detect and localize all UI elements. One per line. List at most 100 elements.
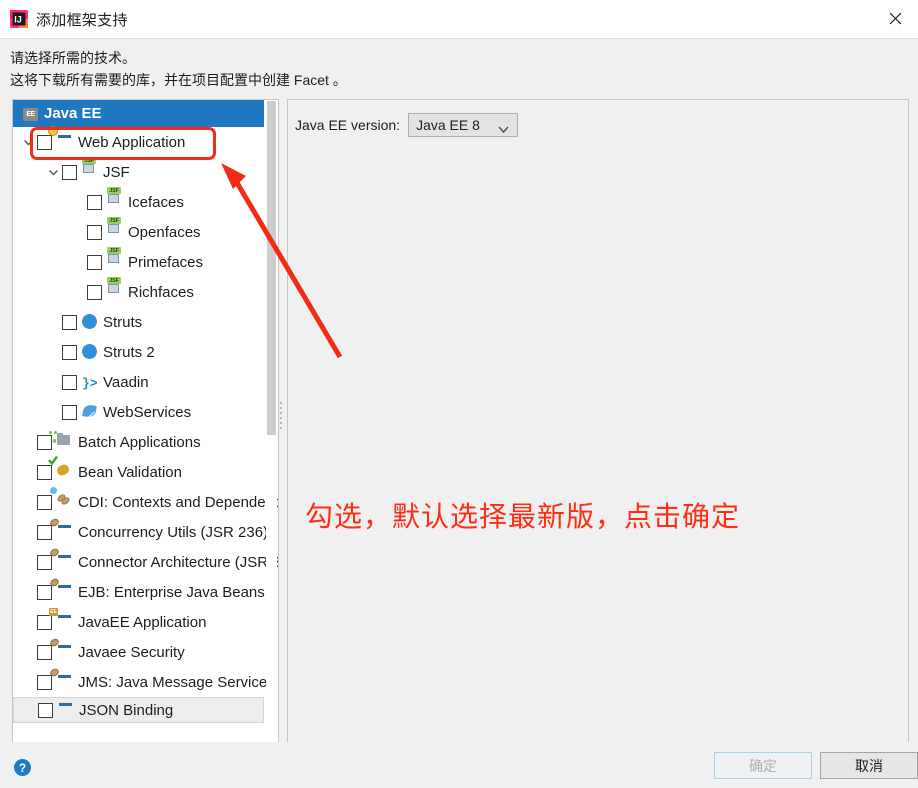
tree-item-jsf[interactable]: JSF JSF (13, 157, 264, 187)
tree-item-openfaces[interactable]: JSF Openfaces (13, 217, 264, 247)
checkbox[interactable] (87, 224, 102, 240)
tree-item-json-binding[interactable]: JSON Binding (13, 697, 264, 723)
help-icon[interactable]: ? (14, 759, 31, 776)
instruction-line-2: 这将下载所有需要的库，并在项目配置中创建 Facet 。 (10, 72, 347, 88)
cancel-button[interactable]: 取消 (820, 752, 918, 779)
checkbox[interactable] (37, 584, 52, 600)
java-ee-version-label: Java EE version: (295, 117, 401, 133)
checkbox[interactable] (37, 674, 52, 690)
chevron-down-icon[interactable] (46, 165, 60, 179)
checkbox[interactable] (62, 314, 77, 330)
tree-item-cdi-contexts-and-dependency-injection[interactable]: CDI: Contexts and Dependency Injection (13, 487, 278, 517)
checkbox[interactable] (37, 434, 52, 450)
tree-item-concurrency-utils-jsr-236[interactable]: Concurrency Utils (JSR 236) (13, 517, 268, 547)
checkbox[interactable] (37, 464, 52, 480)
tree-item-label: Concurrency Utils (JSR 236) (78, 523, 269, 541)
tree-item-label: Richfaces (128, 283, 194, 301)
batch-folder-icon (48, 430, 74, 450)
checkbox[interactable] (38, 702, 53, 718)
tree-item-jms-java-message-service[interactable]: JMS: Java Message Service (13, 667, 268, 697)
checkbox[interactable] (62, 374, 77, 390)
java-ee-version-dropdown[interactable]: Java EE 8 (408, 113, 519, 137)
dialog-footer: ? 确定 取消 (0, 742, 918, 788)
tree-item-label: Connector Architecture (JSR 322) (78, 553, 278, 571)
chevron-down-icon[interactable] (21, 135, 35, 149)
tree-item-label: Bean Validation (78, 463, 182, 481)
tree-item-label: JMS: Java Message Service (78, 673, 268, 691)
tree-header-java-ee[interactable]: EE Java EE (13, 100, 264, 127)
close-icon[interactable] (872, 0, 918, 37)
tree-item-struts-2[interactable]: Struts 2 (13, 337, 264, 367)
tree-scrollbar-thumb[interactable] (267, 101, 276, 435)
checkbox[interactable] (62, 344, 77, 360)
jsf-icon: JSF (107, 247, 124, 270)
jsf-icon: JSF (82, 157, 99, 180)
bean-check-icon (48, 455, 74, 480)
javaee-bean-icon (48, 667, 74, 690)
tree-item-javaee-application[interactable]: EE JavaEE Application (13, 607, 264, 637)
annotation-text: 勾选，默认选择最新版，点击确定 (305, 501, 741, 532)
tree-item-label: Primefaces (128, 253, 204, 271)
javaee-bean-icon (48, 637, 74, 660)
checkbox[interactable] (37, 644, 52, 660)
ee-icon: EE (23, 106, 40, 122)
tree-item-vaadin[interactable]: }> Vaadin (13, 367, 264, 397)
checkbox[interactable] (37, 494, 52, 510)
pane-splitter-handle[interactable] (278, 402, 284, 432)
jsf-icon: JSF (107, 277, 124, 300)
tree-item-label: CDI: Contexts and Dependency Injection (78, 493, 278, 511)
tree-item-connector-architecture-jsr-322[interactable]: Connector Architecture (JSR 322) (13, 547, 278, 577)
framework-tree[interactable]: EE Java EE Web Application JSF JSF JSF Iceface… (13, 100, 278, 723)
tree-item-label: Vaadin (103, 373, 149, 391)
web-application-icon (57, 134, 74, 150)
javaee-bean-icon (48, 517, 74, 540)
tree-item-primefaces[interactable]: JSF Primefaces (13, 247, 264, 277)
tree-item-bean-validation[interactable]: Bean Validation (13, 455, 264, 487)
tree-item-label: Struts 2 (103, 343, 155, 361)
tree-vertical-scrollbar[interactable] (266, 101, 277, 742)
checkbox[interactable] (37, 554, 52, 570)
checkbox[interactable] (62, 164, 77, 180)
tree-item-richfaces[interactable]: JSF Richfaces (13, 277, 264, 307)
checkbox[interactable] (37, 134, 52, 150)
tree-item-label: JavaEE Application (78, 613, 207, 631)
checkbox[interactable] (87, 284, 102, 300)
tree-item-web-application[interactable]: Web Application (13, 127, 264, 157)
java-ee-version-value: Java EE 8 (416, 117, 480, 133)
tree-item-ejb-enterprise-java-beans[interactable]: EJB: Enterprise Java Beans (13, 577, 265, 607)
webservices-leaf-icon (82, 404, 99, 420)
framework-tree-panel[interactable]: EE Java EE Web Application JSF JSF JSF Iceface… (12, 99, 279, 744)
checkbox[interactable] (62, 404, 77, 420)
tree-horizontal-scrollbar[interactable] (14, 732, 254, 742)
checkbox[interactable] (87, 254, 102, 270)
tree-item-struts[interactable]: Struts (13, 307, 264, 337)
chevron-down-icon (498, 121, 509, 137)
checkbox[interactable] (87, 194, 102, 210)
tree-item-icefaces[interactable]: JSF Icefaces (13, 187, 264, 217)
tree-item-webservices[interactable]: WebServices (13, 397, 264, 427)
tree-item-label: Web Application (78, 133, 186, 151)
java-ee-version-row: Java EE version: Java EE 8 (295, 113, 519, 137)
tree-item-label: Openfaces (128, 223, 201, 241)
tree-item-label: Batch Applications (78, 433, 201, 451)
checkbox[interactable] (37, 614, 52, 630)
ok-button[interactable]: 确定 (714, 752, 812, 779)
gear-icon (82, 314, 99, 330)
checkbox[interactable] (37, 524, 52, 540)
tree-item-label: WebServices (103, 403, 192, 421)
tree-item-javaee-security[interactable]: Javaee Security (13, 637, 264, 667)
instruction-line-1: 请选择所需的技术。 (10, 50, 136, 66)
tree-item-batch-applications[interactable]: Batch Applications (13, 427, 264, 457)
tree-header-label: Java EE (44, 105, 102, 122)
javaee-bean-icon (48, 547, 74, 570)
